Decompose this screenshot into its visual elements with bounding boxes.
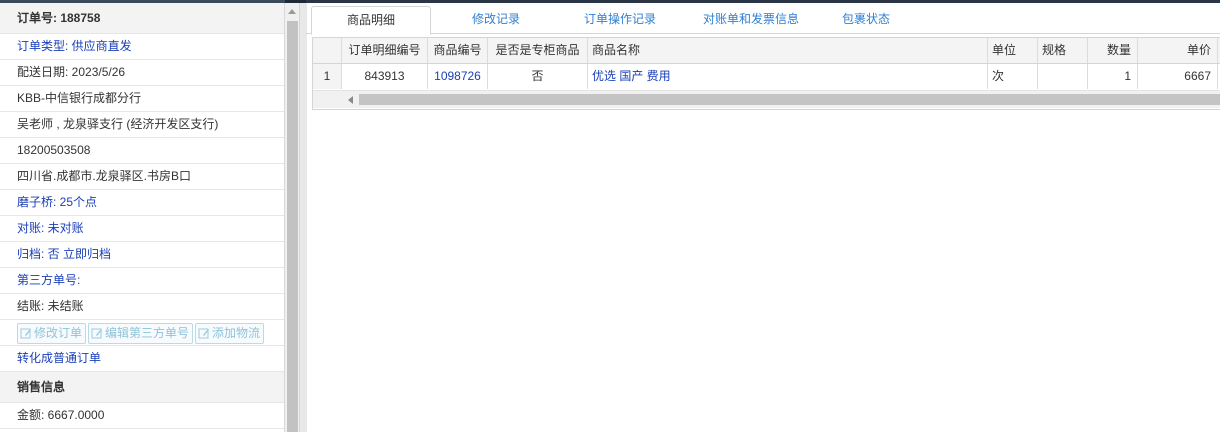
- archive-status[interactable]: 归档: 否 立即归档: [0, 242, 284, 268]
- add-logistics-label: 添加物流: [212, 326, 261, 340]
- convert-to-normal-order-link[interactable]: 转化成普通订单: [0, 346, 284, 372]
- scrollbar-thumb[interactable]: [359, 94, 1220, 105]
- col-header-detail-no[interactable]: 订单明细编号: [342, 38, 428, 63]
- cell-unit-price: 6667: [1138, 64, 1218, 89]
- edit-icon: [91, 328, 103, 339]
- col-header-counter-product[interactable]: 是否是专柜商品: [488, 38, 588, 63]
- customer-company: KBB-中信银行成都分行: [0, 86, 284, 112]
- delivery-address: 四川省.成都市.龙泉驿区.书房B口: [0, 164, 284, 190]
- tab-modify-records[interactable]: 修改记录: [446, 6, 546, 33]
- edit-order-label: 修改订单: [34, 326, 83, 340]
- delivery-date: 配送日期: 2023/5/26: [0, 60, 284, 86]
- col-header-unit[interactable]: 单位: [988, 38, 1038, 63]
- edit-icon: [20, 328, 31, 339]
- third-party-order-no: 第三方单号:: [0, 268, 284, 294]
- col-header-spec[interactable]: 规格: [1038, 38, 1088, 63]
- col-header-index: [313, 38, 342, 63]
- cell-counter-product: 否: [488, 64, 588, 89]
- tab-package-status[interactable]: 包裹状态: [826, 6, 906, 33]
- reconciliation-status[interactable]: 对账: 未对账: [0, 216, 284, 242]
- left-panel-scrollbar[interactable]: [285, 3, 299, 432]
- edit-third-party-label: 编辑第三方单号: [105, 326, 190, 340]
- scrollbar-thumb[interactable]: [287, 21, 298, 432]
- tab-order-operation-records[interactable]: 订单操作记录: [570, 6, 670, 33]
- row-index: 1: [313, 64, 342, 89]
- contact-person: 吴老师 , 龙泉驿支行 (经济开发区支行): [0, 112, 284, 138]
- panel-splitter[interactable]: [299, 3, 307, 432]
- tab-statement-invoice[interactable]: 对账单和发票信息: [686, 6, 816, 33]
- table-row[interactable]: 1 843913 1098726 否 优选 国产 费用 次 1 6667: [313, 64, 1220, 89]
- detail-tabs: 商品明细 修改记录 订单操作记录 对账单和发票信息 包裹状态: [306, 3, 1220, 35]
- edit-third-party-button[interactable]: 编辑第三方单号: [88, 323, 194, 344]
- table-horizontal-scrollbar[interactable]: [313, 90, 1220, 108]
- order-type: 订单类型: 供应商直发: [0, 34, 284, 60]
- order-number: 订单号: 188758: [0, 3, 284, 34]
- scroll-up-icon[interactable]: [288, 9, 296, 14]
- col-header-quantity[interactable]: 数量: [1088, 38, 1138, 63]
- cell-product-no-link[interactable]: 1098726: [428, 64, 488, 89]
- col-header-product-no[interactable]: 商品编号: [428, 38, 488, 63]
- edit-icon: [198, 328, 210, 339]
- col-header-product-name[interactable]: 商品名称: [588, 38, 988, 63]
- scroll-left-icon[interactable]: [348, 96, 353, 104]
- add-logistics-button[interactable]: 添加物流: [195, 323, 265, 344]
- sales-amount: 金额: 6667.0000: [0, 403, 284, 429]
- cell-unit: 次: [988, 64, 1038, 89]
- sales-info-title: 销售信息: [0, 372, 284, 403]
- cell-quantity: 1: [1088, 64, 1138, 89]
- order-info-panel: 订单号: 188758 订单类型: 供应商直发 配送日期: 2023/5/26 …: [0, 3, 285, 432]
- cell-product-name-link[interactable]: 优选 国产 费用: [588, 64, 988, 89]
- col-header-unit-price[interactable]: 单价: [1138, 38, 1218, 63]
- tab-product-details[interactable]: 商品明细: [311, 6, 431, 35]
- settlement-status: 结账: 未结账: [0, 294, 284, 320]
- cell-detail-no: 843913: [342, 64, 428, 89]
- supplier-points[interactable]: 磨子桥: 25个点: [0, 190, 284, 216]
- product-detail-grid: 订单明细编号 商品编号 是否是专柜商品 商品名称 单位 规格 数量 单价 1 8…: [312, 37, 1220, 110]
- edit-order-button[interactable]: 修改订单: [17, 323, 87, 344]
- action-buttons: 修改订单 编辑第三方单号 添加物流: [0, 320, 284, 346]
- table-header: 订单明细编号 商品编号 是否是专柜商品 商品名称 单位 规格 数量 单价: [313, 38, 1220, 64]
- contact-phone: 18200503508: [0, 138, 284, 164]
- cell-spec: [1038, 64, 1088, 89]
